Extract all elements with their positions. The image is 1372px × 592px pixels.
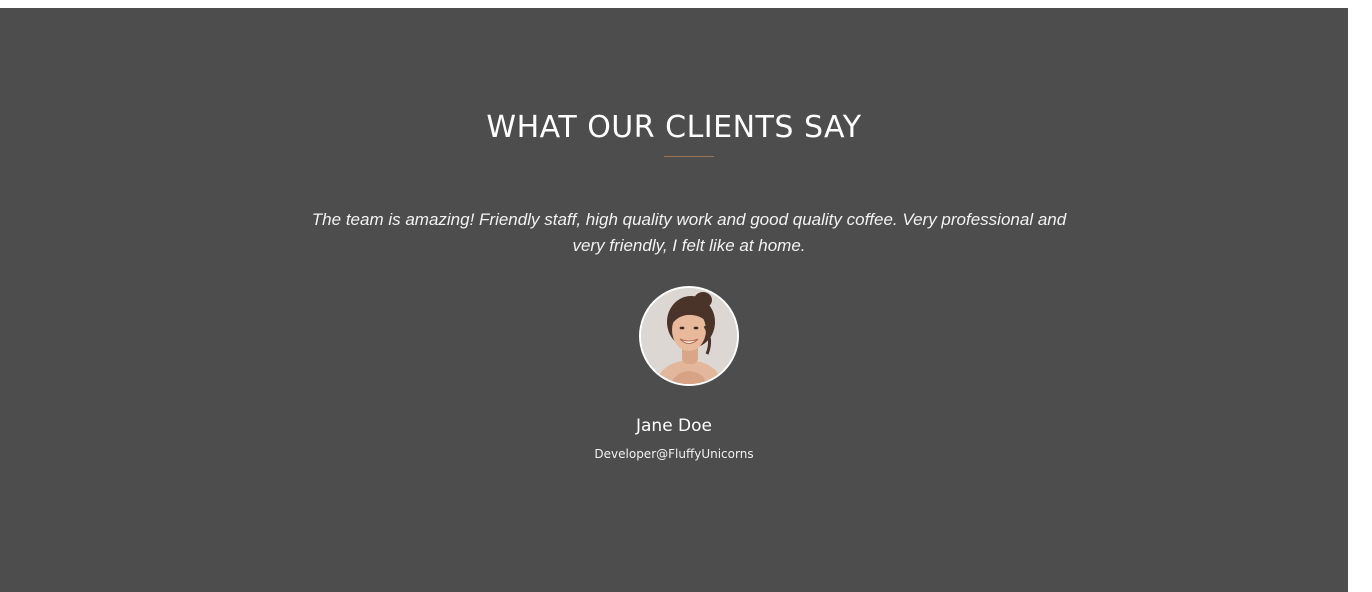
client-photo-icon xyxy=(641,288,737,384)
section-title: WHAT OUR CLIENTS SAY xyxy=(486,110,862,145)
title-divider xyxy=(664,156,714,157)
testimonial-quote: The team is amazing! Friendly staff, hig… xyxy=(311,210,1067,255)
testimonials-section: WHAT OUR CLIENTS SAY The team is amazing… xyxy=(0,8,1348,592)
client-name: Jane Doe xyxy=(635,416,713,436)
client-avatar xyxy=(639,286,739,386)
client-role: Developer@FluffyUnicorns xyxy=(594,447,754,461)
